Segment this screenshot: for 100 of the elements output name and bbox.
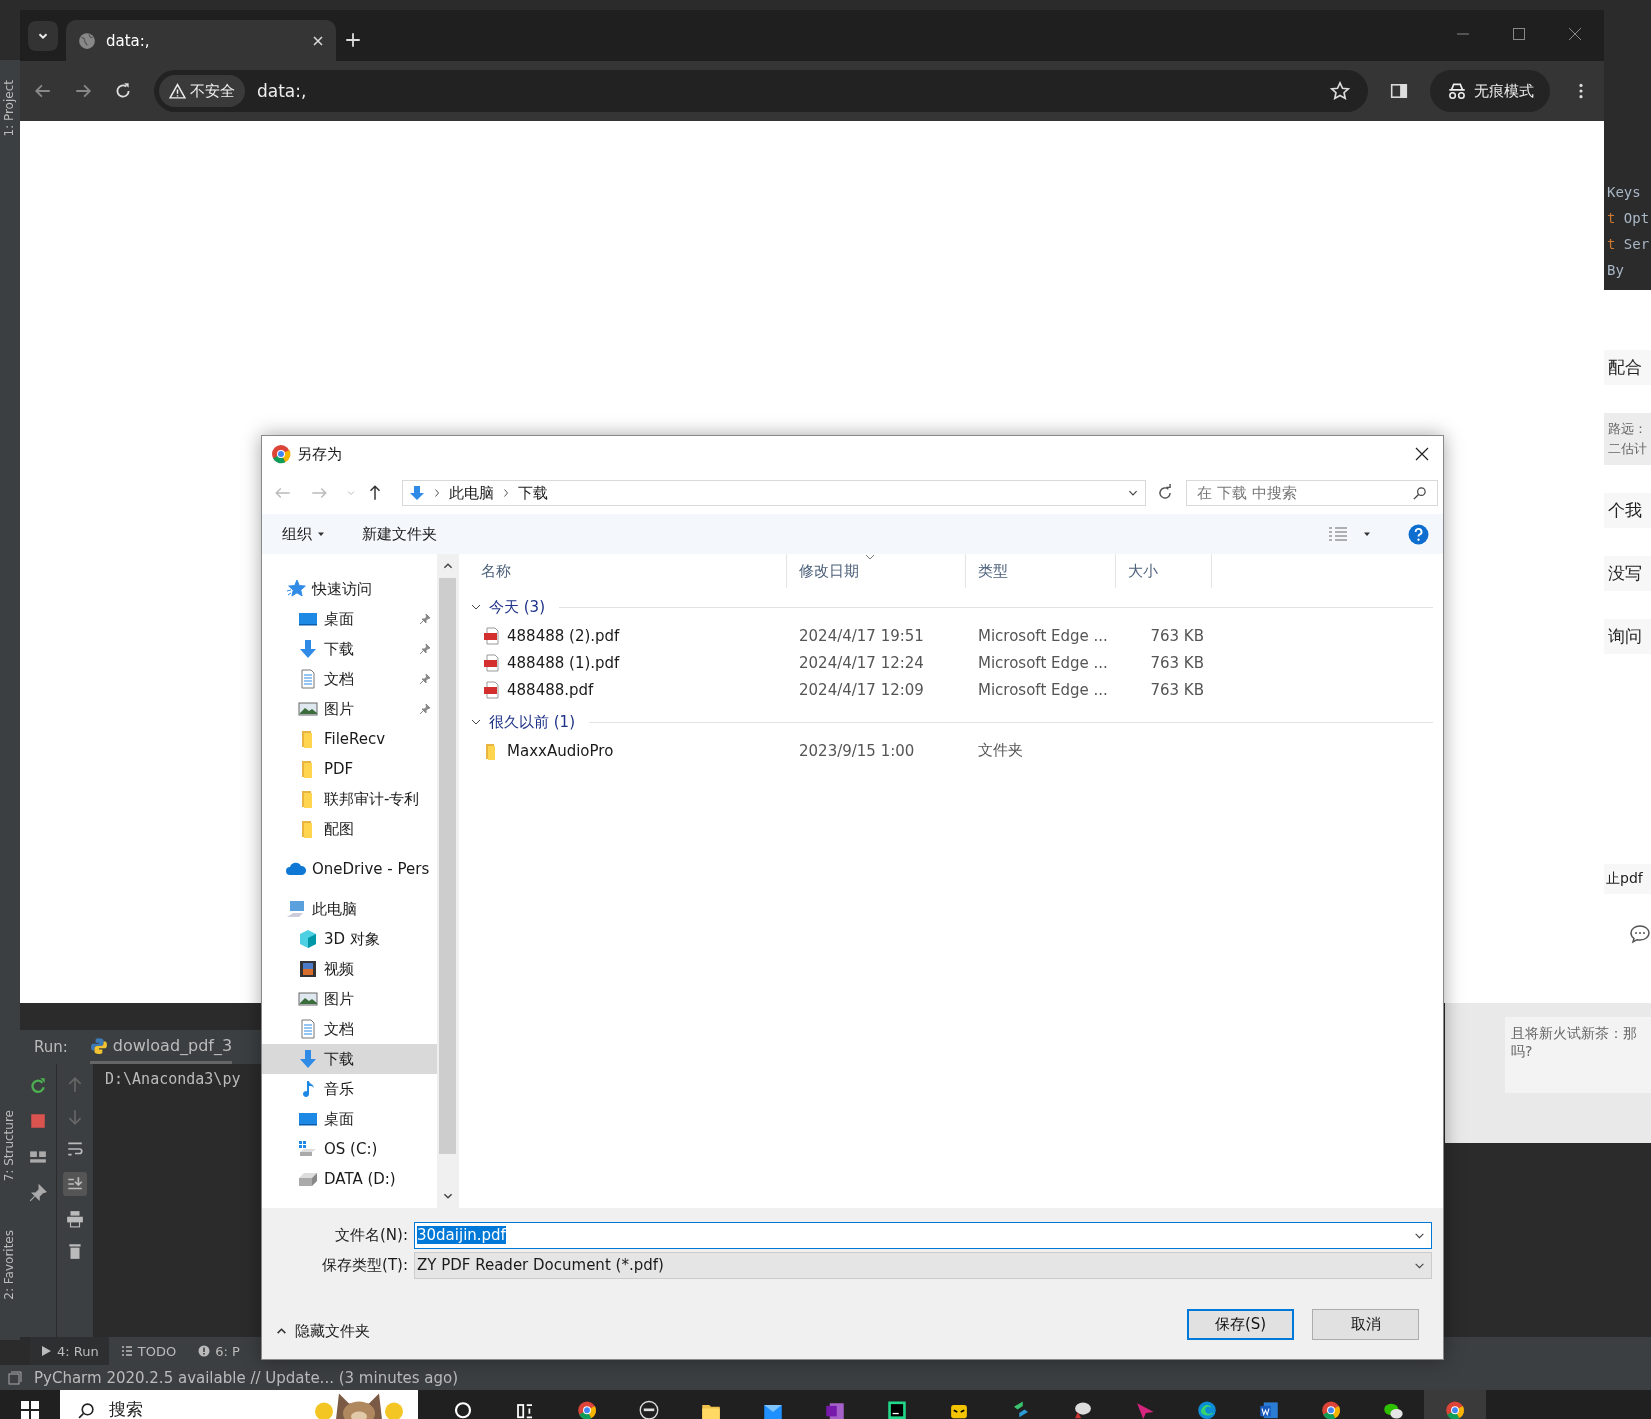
nav-item[interactable]: OS (C:) (262, 1134, 437, 1164)
computer-icon (286, 899, 306, 919)
file-type-dropdown[interactable]: ZY PDF Reader Document (*.pdf) (414, 1251, 1432, 1279)
layout-icon[interactable] (29, 1148, 47, 1166)
cube-icon (298, 929, 318, 949)
search-icon (1412, 485, 1427, 501)
warning-icon (169, 82, 186, 100)
stop-icon[interactable] (29, 1112, 47, 1130)
download-arrow-icon (409, 485, 425, 501)
tool-window-tab[interactable]: TODO (110, 1337, 187, 1365)
nav-item[interactable]: 文档 (262, 1014, 437, 1044)
nav-item[interactable]: FileRecv (262, 724, 437, 754)
code-line: t Ser (1607, 236, 1651, 254)
column-header[interactable]: 修改日期 (787, 554, 966, 588)
nav-item[interactable]: 桌面 (262, 604, 437, 634)
file-name-field[interactable]: 30daijin.pdf (414, 1221, 1432, 1249)
nav-item[interactable]: 配图 (262, 814, 437, 844)
column-header[interactable]: 名称 (469, 554, 787, 588)
wrap-icon[interactable] (66, 1140, 84, 1158)
new-tab-icon[interactable] (344, 31, 362, 49)
file-size: 763 KB (1150, 626, 1204, 645)
column-header[interactable]: 类型 (966, 554, 1116, 588)
nav-item[interactable]: 联邦审计-专利 (262, 784, 437, 814)
search-field[interactable]: 搜索 (60, 1390, 418, 1419)
hide-folders-toggle[interactable]: 隐藏文件夹 (276, 1322, 370, 1341)
side-tab[interactable]: 1: Project (2, 80, 16, 137)
run-label: Run: (34, 1038, 68, 1056)
bookmark-star-icon[interactable] (1330, 81, 1350, 101)
incognito-badge[interactable]: 无痕模式 (1430, 70, 1550, 112)
forward-icon[interactable] (74, 82, 92, 100)
address-bar[interactable]: 不安全 data:, (154, 70, 1368, 112)
command-button[interactable]: 新建文件夹 (358, 520, 441, 548)
nav-item[interactable]: 桌面 (262, 1104, 437, 1134)
command-button[interactable]: 组织 (278, 520, 330, 548)
dialog-button[interactable]: 取消 (1312, 1309, 1419, 1340)
nav-item[interactable]: OneDrive - Pers (262, 854, 437, 884)
document-icon (298, 669, 318, 689)
scrollbar[interactable] (437, 554, 458, 1208)
window-icon[interactable] (8, 1370, 22, 1385)
file-type: 文件夹 (977, 741, 1024, 760)
print-icon[interactable] (66, 1210, 84, 1228)
incognito-icon (1446, 82, 1468, 100)
nav-item[interactable]: 快速访问 (262, 574, 437, 604)
file-name[interactable]: 488488 (1).pdf (507, 653, 620, 672)
search-icon (78, 1402, 95, 1419)
image-icon (298, 699, 318, 719)
status-text: PyCharm 2020.2.5 available // Update... (3 minutes ago) (34, 1368, 459, 1387)
security-chip[interactable]: 不安全 (159, 75, 245, 107)
file-name[interactable]: 488488.pdf (507, 680, 594, 699)
sort-caret-icon (865, 554, 875, 560)
nav-item[interactable]: 文档 (262, 664, 437, 694)
address-field[interactable]: 此电脑 下载 (402, 480, 1146, 506)
nav-item[interactable]: 图片 (262, 694, 437, 724)
file-size: 763 KB (1150, 653, 1204, 672)
play-icon (40, 1345, 52, 1357)
trash-icon[interactable] (66, 1242, 84, 1260)
tool-window-tab[interactable]: 6: P (188, 1337, 250, 1365)
help-icon[interactable] (1408, 523, 1429, 545)
chevron-icon[interactable] (502, 488, 510, 498)
nav-item[interactable]: 下载 (262, 1044, 437, 1074)
maximize-icon[interactable] (1512, 27, 1526, 41)
list-icon (120, 1345, 133, 1357)
side-panel-icon[interactable] (1390, 82, 1408, 100)
star-icon (286, 579, 306, 599)
search-field[interactable]: 在 下载 中搜索 (1186, 480, 1438, 506)
run-tab[interactable]: dowload_pdf_3 (89, 1030, 233, 1064)
file-name[interactable]: 488488 (2).pdf (507, 626, 620, 645)
tab-search-button[interactable] (28, 21, 58, 51)
dialog-button[interactable]: 保存(S) (1187, 1309, 1294, 1340)
nav-item[interactable]: 下载 (262, 634, 437, 664)
comment-icon[interactable] (1628, 922, 1651, 946)
nav-item[interactable]: 音乐 (262, 1074, 437, 1104)
scroll-end-icon[interactable] (63, 1172, 87, 1196)
side-tab[interactable]: 7: Structure (2, 1110, 16, 1182)
nav-item[interactable]: DATA (D:) (262, 1164, 437, 1194)
taskbar-app[interactable] (1424, 1390, 1486, 1419)
refresh-icon[interactable] (1156, 484, 1174, 502)
nav-item[interactable]: 3D 对象 (262, 924, 437, 954)
reload-icon[interactable] (114, 82, 132, 100)
chevron-icon[interactable] (433, 488, 441, 498)
group-header[interactable]: 今天 (3) (469, 592, 1433, 622)
file-name[interactable]: MaxxAudioPro (507, 741, 614, 760)
group-header[interactable]: 很久以前 (1) (469, 707, 1433, 737)
nav-item[interactable]: PDF (262, 754, 437, 784)
rerun-icon[interactable] (29, 1076, 47, 1094)
film-icon (298, 959, 318, 979)
modified-date: 2024/4/17 12:09 (798, 680, 925, 699)
drive-icon (298, 1139, 318, 1159)
windows-logo-icon[interactable] (20, 1400, 40, 1419)
nav-item[interactable]: 此电脑 (262, 894, 437, 924)
browser-tab[interactable]: data:, (66, 20, 336, 61)
tool-window-tab[interactable]: 4: Run (30, 1337, 109, 1365)
pin-icon[interactable] (29, 1184, 47, 1202)
nav-item[interactable]: 图片 (262, 984, 437, 1014)
document-icon (298, 1019, 318, 1039)
side-tab[interactable]: 2: Favorites (2, 1230, 16, 1300)
column-header[interactable]: 大小 (1116, 554, 1212, 588)
nav-item[interactable]: 视频 (262, 954, 437, 984)
close-icon[interactable] (1415, 447, 1429, 461)
back-icon[interactable] (34, 82, 52, 100)
